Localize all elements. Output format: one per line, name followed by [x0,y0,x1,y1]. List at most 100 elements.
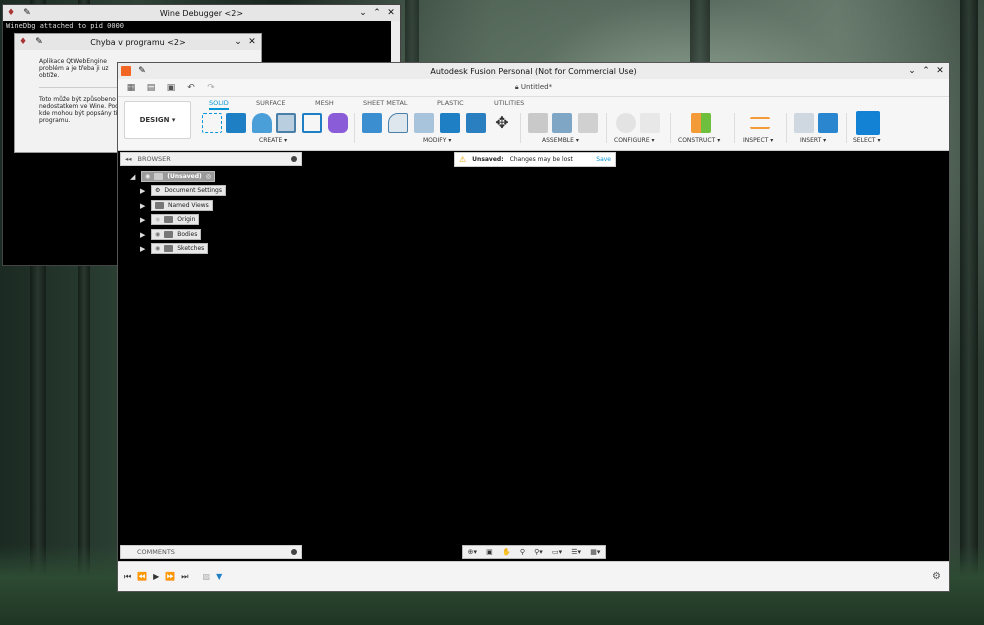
visibility-eye-icon[interactable]: ◉ [155,245,160,252]
settings-gear-icon[interactable]: ⚙ [932,571,941,582]
press-pull-icon[interactable] [362,113,382,133]
joint-icon[interactable] [552,113,572,133]
pattern-icon[interactable] [302,113,322,133]
viewports-icon[interactable]: ▦▾ [590,548,600,556]
play-icon[interactable]: ▶ [153,572,159,581]
title-bar: ♦ ✎ Chyba v programu <2> ⌄ ✕ [15,34,261,50]
pin-icon[interactable]: ✎ [134,63,150,79]
create-sketch-icon[interactable] [202,113,222,133]
save-link[interactable]: Save [596,156,611,163]
pin-icon[interactable]: ✎ [19,5,35,21]
extrude-icon[interactable] [226,113,246,133]
tree-item-bodies[interactable]: ▶ ◉ Bodies [140,229,202,240]
maximize-icon[interactable]: ⌃ [921,66,931,76]
step-back-icon[interactable]: ⏪ [137,572,147,581]
tab-solid[interactable]: SOLID [209,99,229,110]
folder-icon [164,231,174,238]
window-title: Autodesk Fusion Personal (Not for Commer… [430,66,637,76]
root-label: (Unsaved) [167,173,202,180]
workspace-switcher[interactable]: DESIGN ▾ [124,101,191,139]
tree-item-document-settings[interactable]: ▶ ⚙ Document Settings [140,185,226,196]
tree-trunk [960,0,978,625]
timeline-marker-icon[interactable]: ▼ [216,572,222,581]
window-title: Wine Debugger <2> [159,8,244,18]
offset-plane-icon[interactable] [691,113,711,133]
wine-app-icon: ♦ [18,37,28,47]
tab-mesh[interactable]: MESH [315,99,334,107]
tree-item-origin[interactable]: ▶ ◉ Origin [140,214,200,225]
configure-icon[interactable] [616,113,636,133]
group-select[interactable]: SELECT ▾ [853,137,881,144]
visibility-eye-icon[interactable]: ◉ [155,216,160,223]
viewport-canvas[interactable]: ◂◂ BROWSER ◢ ◉ (Unsaved) ◎ ▶ ⚙ Document S… [118,151,949,561]
minimize-icon[interactable]: ⌄ [233,37,243,47]
zoom-icon[interactable]: ⚲ [520,548,525,556]
tab-plastic[interactable]: PLASTIC [437,99,464,107]
tree-item-sketches[interactable]: ▶ ◉ Sketches [140,243,209,254]
tree-root[interactable]: ◢ ◉ (Unsaved) ◎ [130,171,216,182]
minimize-icon[interactable]: ⌄ [358,8,368,18]
group-insert[interactable]: INSERT ▾ [800,137,826,144]
tab-surface[interactable]: SURFACE [256,99,286,107]
minimize-icon[interactable]: ⌄ [907,66,917,76]
group-modify[interactable]: MODIFY ▾ [423,137,451,144]
group-assemble[interactable]: ASSEMBLE ▾ [542,137,579,144]
expand-arrow-icon[interactable]: ▶ [140,202,148,210]
comments-panel-header[interactable]: COMMENTS [120,545,302,559]
pan-icon[interactable]: ✋ [502,548,511,556]
split-icon[interactable] [466,113,486,133]
shell-icon[interactable] [414,113,434,133]
group-create[interactable]: CREATE ▾ [259,137,287,144]
move-icon[interactable]: ✥ [492,113,512,133]
expand-arrow-icon[interactable]: ▶ [140,216,148,224]
measure-icon[interactable] [750,117,770,129]
wine-app-icon: ♦ [6,8,16,18]
select-icon[interactable] [856,111,880,135]
insert-image-icon[interactable] [818,113,838,133]
grid-settings-icon[interactable]: ☰▾ [571,548,581,556]
group-configure[interactable]: CONFIGURE ▾ [614,137,655,144]
expand-arrow-icon[interactable]: ▶ [140,231,148,239]
visibility-eye-icon[interactable]: ◉ [145,173,150,180]
panel-toggle-icon[interactable] [291,549,297,555]
close-icon[interactable]: ✕ [247,37,257,47]
as-built-joint-icon[interactable] [578,113,598,133]
hole-icon[interactable] [276,113,296,133]
fusion-logo-icon [118,63,134,79]
close-icon[interactable]: ✕ [386,8,396,18]
expand-arrow-icon[interactable]: ▶ [140,245,148,253]
tab-utilities[interactable]: UTILITIES [494,99,524,107]
group-inspect[interactable]: INSPECT ▾ [743,137,773,144]
group-construct[interactable]: CONSTRUCT ▾ [678,137,720,144]
combine-icon[interactable] [440,113,460,133]
look-at-icon[interactable]: ▣ [486,548,493,556]
pin-icon[interactable]: ✎ [31,34,47,50]
zoom-window-icon[interactable]: ⚲▾ [534,548,543,556]
timeline-sketch-icon[interactable]: ▨ [203,572,211,581]
unsaved-message: Changes may be lost [509,156,573,163]
collapse-arrow-icon[interactable]: ◢ [130,173,138,181]
step-forward-icon[interactable]: ⏩ [165,572,175,581]
close-icon[interactable]: ✕ [935,66,945,76]
unsaved-banner: ⚠ Unsaved: Changes may be lost Save [454,152,616,167]
new-component-icon[interactable] [528,113,548,133]
revolve-icon[interactable] [252,113,272,133]
panel-toggle-icon[interactable] [291,156,297,162]
browser-panel-header[interactable]: ◂◂ BROWSER [120,152,302,166]
expand-arrow-icon[interactable]: ▶ [140,187,148,195]
form-icon[interactable] [328,113,348,133]
orbit-icon[interactable]: ⊕▾ [468,548,477,556]
tab-sheet-metal[interactable]: SHEET METAL [363,99,408,107]
fillet-icon[interactable] [388,113,408,133]
collapse-icon[interactable]: ◂◂ [125,155,132,163]
configure-table-icon[interactable] [640,113,660,133]
tree-item-named-views[interactable]: ▶ Named Views [140,200,213,211]
display-settings-icon[interactable]: ▭▾ [552,548,562,556]
skip-end-icon[interactable]: ⏭ [181,572,188,582]
visibility-eye-icon[interactable]: ◉ [155,231,160,238]
divider [670,113,671,143]
maximize-icon[interactable]: ⌃ [372,8,382,18]
insert-derive-icon[interactable] [794,113,814,133]
activate-radio-icon[interactable]: ◎ [206,173,211,180]
skip-start-icon[interactable]: ⏮ [124,572,131,582]
